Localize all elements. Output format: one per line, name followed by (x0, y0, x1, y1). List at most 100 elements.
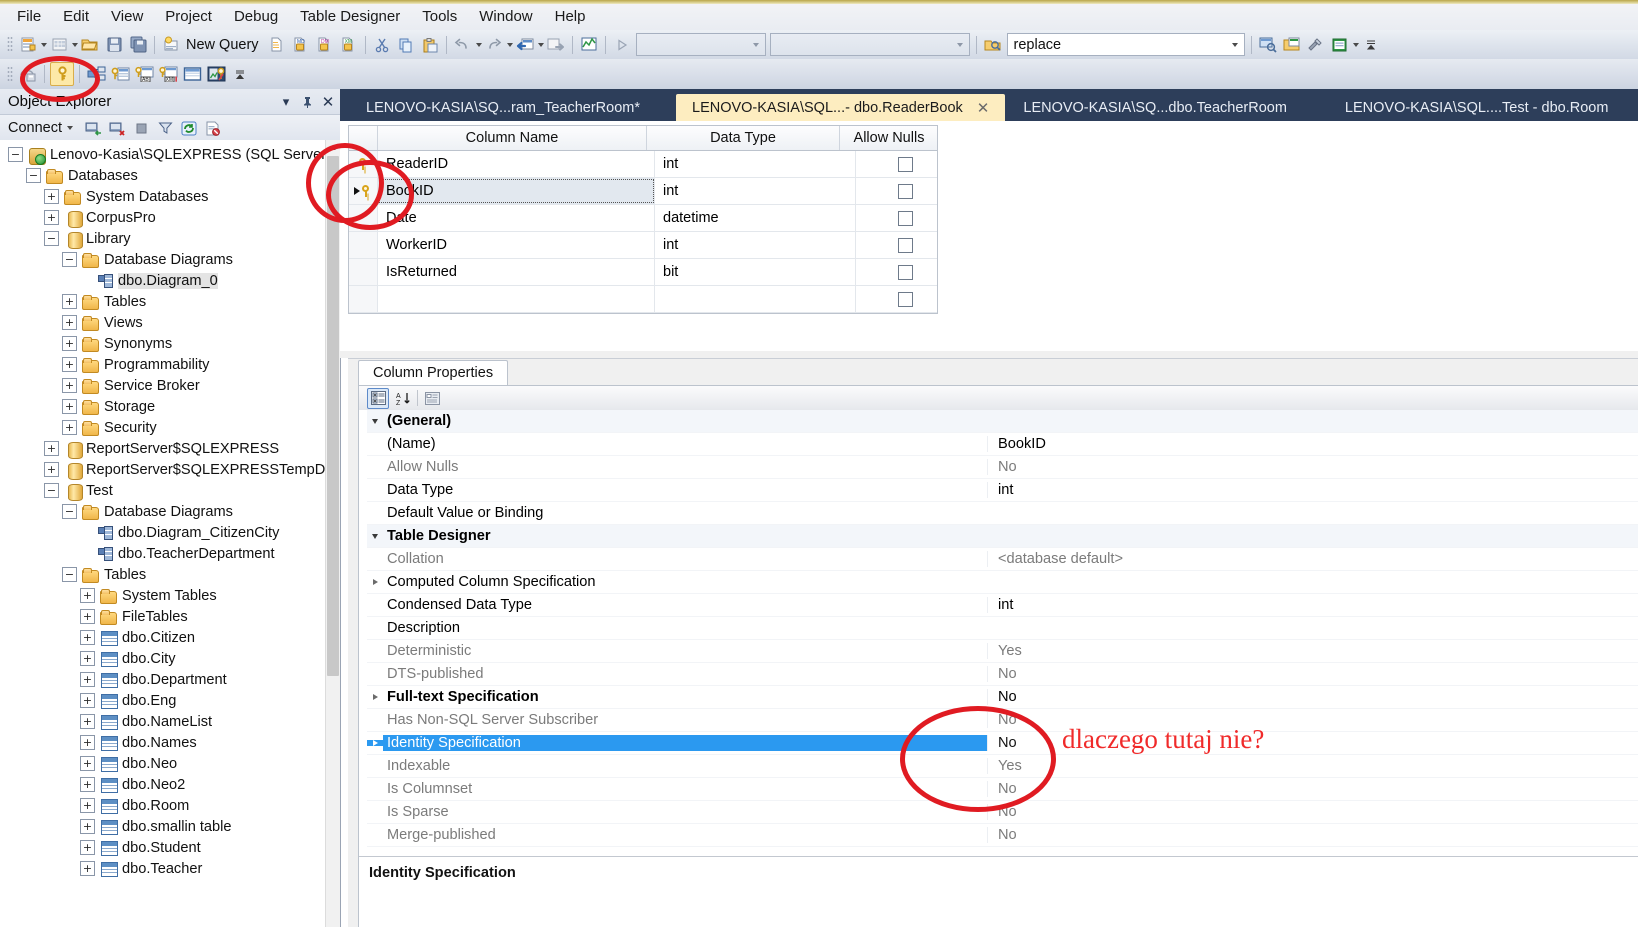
property-row[interactable]: (Name) BookID (367, 433, 1638, 456)
tree-expander-icon[interactable]: − (62, 252, 77, 267)
tree-item[interactable]: + dbo.NameList (0, 711, 340, 732)
property-value[interactable]: No (987, 666, 1638, 682)
tree-expander-icon[interactable]: + (44, 462, 59, 477)
navigate-backward-dropdown-icon[interactable] (537, 42, 544, 47)
tree-item[interactable]: + dbo.smallin table (0, 816, 340, 837)
tree-expander-icon[interactable]: + (44, 189, 59, 204)
property-row[interactable]: Full-text Specification No (367, 686, 1638, 709)
editor-tab[interactable]: LENOVO-KASIA\SQ...ram_TeacherRoom* (350, 94, 656, 121)
analysis-services-mdx-icon[interactable]: MD (290, 34, 312, 56)
tree-item[interactable]: + Security (0, 417, 340, 438)
tree-expander-icon[interactable]: + (80, 819, 95, 834)
tree-item[interactable]: + dbo.City (0, 648, 340, 669)
tree-expander-icon[interactable]: + (80, 714, 95, 729)
pin-icon[interactable] (298, 93, 316, 111)
tree-item[interactable]: + Programmability (0, 354, 340, 375)
property-row[interactable]: Allow Nulls No (367, 456, 1638, 479)
find-combo-dropdown-icon[interactable] (1228, 42, 1242, 47)
data-type-cell[interactable]: int (655, 151, 856, 177)
allow-nulls-cell[interactable] (856, 232, 954, 258)
property-value[interactable]: No (987, 689, 1638, 705)
connect-button[interactable]: Connect (8, 120, 74, 136)
allow-nulls-cell[interactable] (856, 286, 954, 312)
tree-expander-icon[interactable]: − (26, 168, 41, 183)
tree-expander-icon[interactable]: − (62, 504, 77, 519)
column-row[interactable]: WorkerID int (349, 232, 937, 259)
allow-nulls-checkbox[interactable] (897, 156, 913, 172)
data-type-cell[interactable]: int (655, 178, 856, 204)
property-value[interactable]: Yes (987, 758, 1638, 774)
tree-item[interactable]: − Test (0, 480, 340, 501)
allow-nulls-cell[interactable] (856, 178, 954, 204)
close-icon[interactable]: ✕ (319, 93, 337, 111)
row-selector[interactable] (349, 232, 378, 258)
property-value[interactable]: No (987, 827, 1638, 843)
tree-item[interactable]: + ReportServer$SQLEXPRESSTempDB (0, 459, 340, 480)
navigate-forward-icon[interactable] (545, 34, 567, 56)
tree-expander-icon[interactable]: − (44, 483, 59, 498)
expand-triangle-icon[interactable] (372, 740, 378, 746)
connect-dropdown-icon[interactable] (67, 126, 74, 130)
toolbar-overflow-icon[interactable] (1360, 34, 1382, 56)
tree-expander-icon[interactable]: + (80, 756, 95, 771)
tree-expander-icon[interactable]: + (80, 630, 95, 645)
property-expander[interactable] (367, 418, 383, 424)
horizontal-splitter[interactable] (340, 351, 1638, 358)
property-row[interactable]: Computed Column Specification (367, 571, 1638, 594)
menu-item-view[interactable]: View (100, 5, 154, 29)
property-row[interactable]: Data Type int (367, 479, 1638, 502)
tree-item[interactable]: − Databases (0, 165, 340, 186)
tree-item[interactable]: + Storage (0, 396, 340, 417)
data-type-cell[interactable] (655, 286, 856, 312)
filter-icon[interactable] (154, 117, 176, 139)
tree-expander-icon[interactable]: + (62, 420, 77, 435)
property-pages-icon[interactable] (422, 389, 442, 408)
property-value[interactable]: No (987, 459, 1638, 475)
menu-item-table-designer[interactable]: Table Designer (289, 5, 411, 29)
tree-item[interactable]: − Tables (0, 564, 340, 585)
property-value[interactable]: BookID (987, 436, 1638, 452)
allow-nulls-checkbox[interactable] (897, 210, 913, 226)
allow-nulls-cell[interactable] (856, 151, 954, 177)
execute-icon[interactable] (611, 34, 633, 56)
menu-item-window[interactable]: Window (468, 5, 543, 29)
undo-icon[interactable] (452, 34, 474, 56)
allow-nulls-cell[interactable] (856, 205, 954, 231)
undo-dropdown-icon[interactable] (475, 42, 482, 47)
row-selector[interactable] (349, 259, 378, 285)
analysis-services-xmla-icon[interactable]: XM (338, 34, 360, 56)
property-value[interactable]: No (987, 804, 1638, 820)
new-item-dropdown-icon[interactable] (41, 42, 47, 47)
tree-item[interactable]: + Synonyms (0, 333, 340, 354)
property-category-row[interactable]: (General) (367, 410, 1638, 433)
tree-expander-icon[interactable]: + (62, 357, 77, 372)
object-explorer-scrollbar[interactable]: ▲ (325, 140, 340, 927)
tree-item[interactable]: − Lenovo-Kasia\SQLEXPRESS (SQL Server 12 (0, 144, 340, 165)
new-project-dropdown-icon[interactable] (72, 42, 78, 47)
property-category-row[interactable]: Table Designer (367, 525, 1638, 548)
tree-item[interactable]: + Views (0, 312, 340, 333)
property-expander[interactable] (367, 533, 383, 539)
tree-item[interactable]: + dbo.Names (0, 732, 340, 753)
column-name-cell[interactable]: WorkerID (378, 232, 655, 258)
column-row[interactable]: ReaderID int (349, 151, 937, 178)
alphabetical-icon[interactable]: AZ (393, 389, 413, 408)
tree-expander-icon[interactable]: + (62, 315, 77, 330)
column-name-cell[interactable]: ReaderID (378, 151, 655, 177)
tree-expander-icon[interactable]: + (80, 693, 95, 708)
toolbar-grip[interactable] (7, 65, 13, 83)
disconnect-icon[interactable] (106, 117, 128, 139)
column-definition-grid[interactable]: Column Name Data Type Allow Nulls Reader… (348, 125, 938, 314)
tree-item[interactable]: dbo.Diagram_0 (0, 270, 340, 291)
menu-item-file[interactable]: File (6, 5, 52, 29)
database-combo[interactable] (635, 33, 766, 56)
property-expander[interactable] (367, 694, 383, 700)
property-value[interactable]: No (987, 781, 1638, 797)
object-explorer-icon[interactable] (1257, 34, 1279, 56)
tree-expander-icon[interactable]: − (8, 147, 23, 162)
new-query-icon[interactable] (160, 34, 182, 56)
properties-window-icon[interactable] (1329, 34, 1351, 56)
object-explorer-tree[interactable]: − Lenovo-Kasia\SQLEXPRESS (SQL Server 12−… (0, 140, 340, 927)
editor-tab-active[interactable]: LENOVO-KASIA\SQL...- dbo.ReaderBook ✕ (676, 94, 1006, 121)
menu-item-project[interactable]: Project (154, 5, 223, 29)
